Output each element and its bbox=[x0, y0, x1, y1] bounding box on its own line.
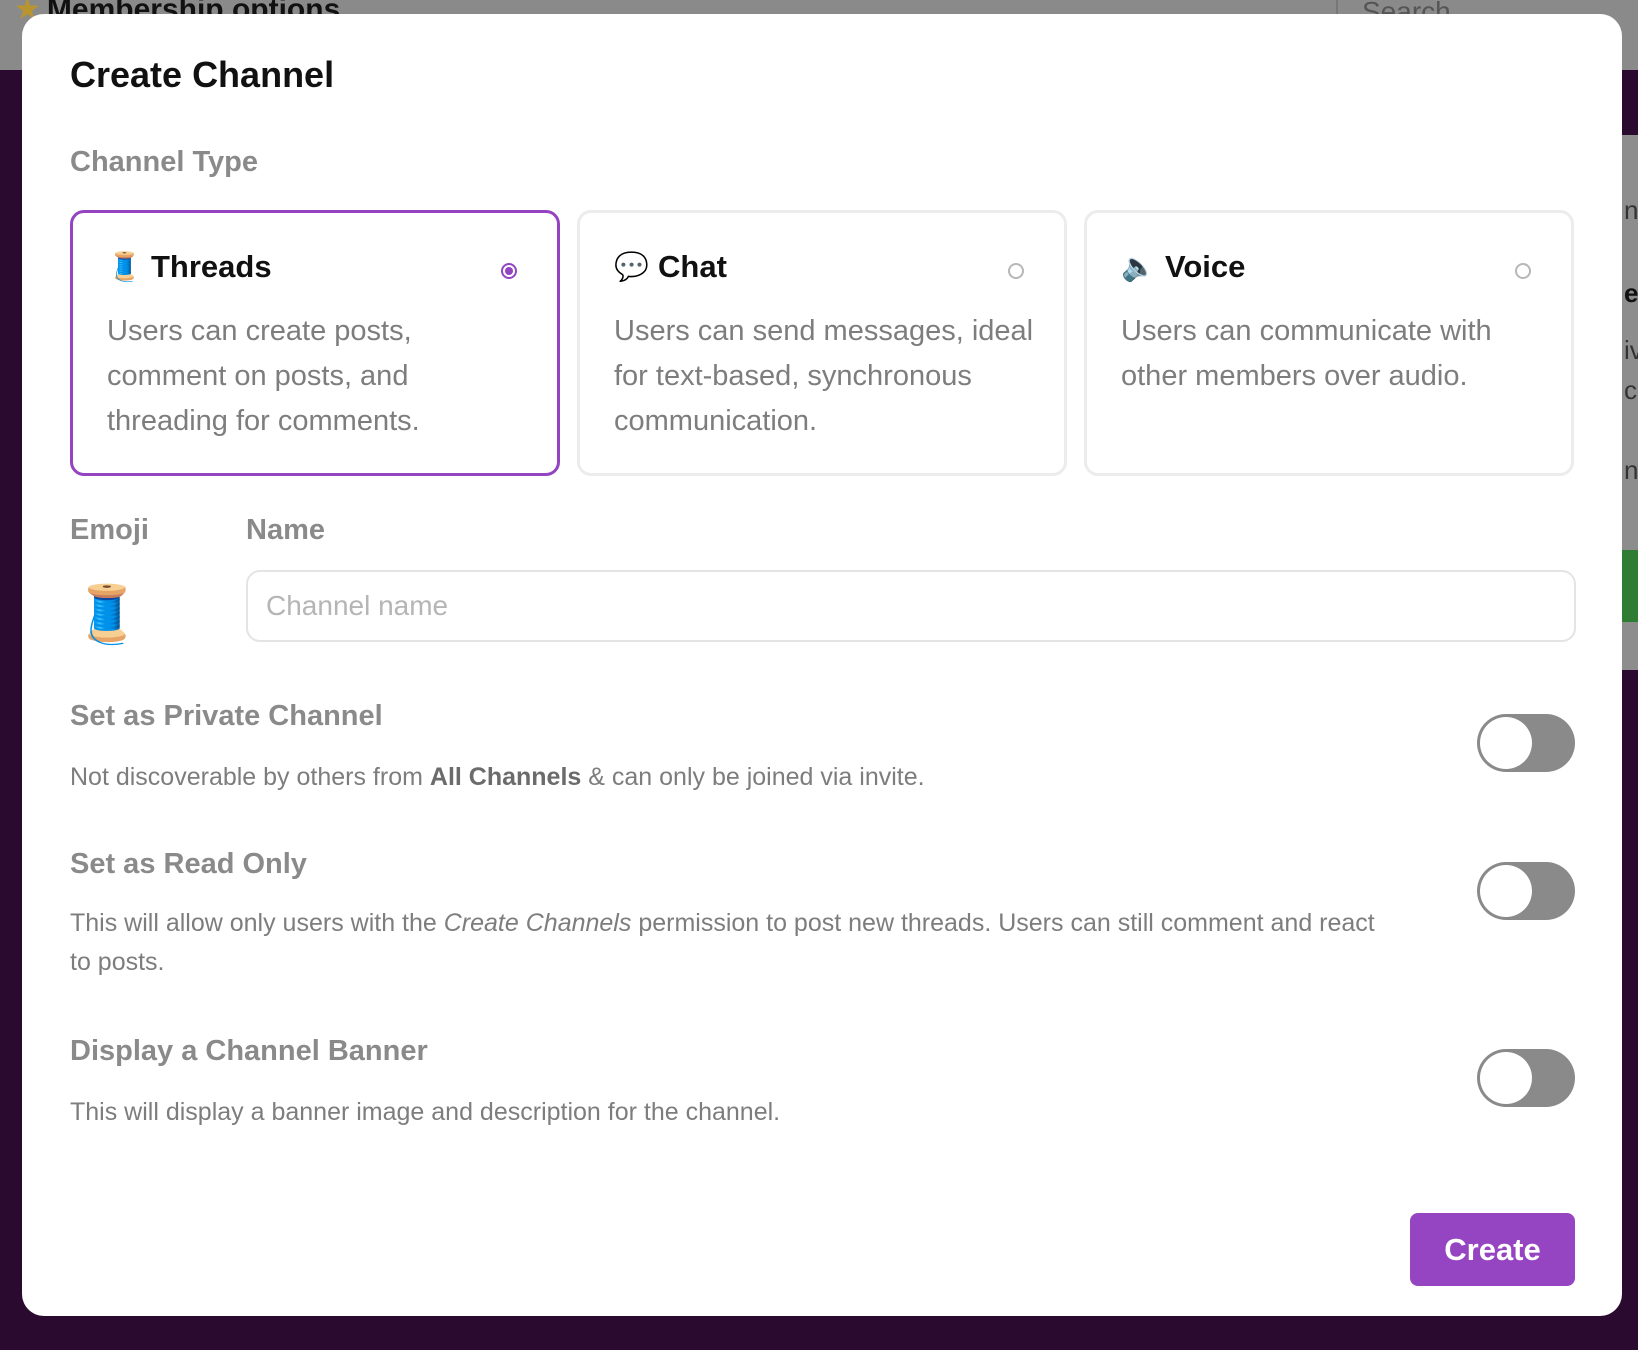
emoji-label: Emoji bbox=[70, 514, 149, 546]
channel-type-chat[interactable]: 💬 Chat Users can send messages, ideal fo… bbox=[577, 210, 1067, 476]
channel-banner-toggle[interactable] bbox=[1477, 1049, 1575, 1107]
card-header: 🔈 Voice bbox=[1121, 249, 1245, 285]
card-header: 💬 Chat bbox=[614, 249, 727, 285]
card-description: Users can communicate with other members… bbox=[1121, 315, 1492, 392]
create-channel-modal: Create Channel Channel Type 🧵 Threads Us… bbox=[22, 14, 1622, 1316]
card-name: Voice bbox=[1165, 249, 1246, 284]
card-header: 🧵 Threads bbox=[107, 249, 272, 285]
channel-type-threads[interactable]: 🧵 Threads Users can create posts, commen… bbox=[70, 210, 560, 476]
channel-type-voice[interactable]: 🔈 Voice Users can communicate with other… bbox=[1084, 210, 1574, 476]
speaker-icon: 🔈 bbox=[1121, 251, 1156, 282]
background-side-text: n bbox=[1624, 455, 1638, 485]
speech-bubble-icon: 💬 bbox=[614, 251, 649, 282]
emoji-picker-spool-icon[interactable]: 🧵 bbox=[72, 579, 142, 649]
name-label: Name bbox=[246, 514, 325, 546]
card-description: Users can send messages, ideal for text-… bbox=[614, 315, 1034, 437]
create-button[interactable]: Create bbox=[1410, 1213, 1575, 1286]
modal-title: Create Channel bbox=[70, 54, 335, 95]
private-channel-description: Not discoverable by others from All Chan… bbox=[70, 763, 925, 791]
radio-selected-icon[interactable] bbox=[501, 263, 517, 279]
read-only-title: Set as Read Only bbox=[70, 848, 307, 880]
read-only-description: This will allow only users with the Crea… bbox=[70, 909, 1375, 976]
read-only-toggle[interactable] bbox=[1477, 862, 1575, 920]
background-side-text: e bbox=[1624, 278, 1638, 308]
card-name: Chat bbox=[658, 249, 727, 284]
channel-type-label: Channel Type bbox=[70, 146, 258, 178]
background-green-element bbox=[1620, 550, 1638, 622]
channel-name-input[interactable] bbox=[246, 570, 1576, 642]
channel-banner-description: This will display a banner image and des… bbox=[70, 1098, 781, 1126]
card-name: Threads bbox=[151, 249, 272, 284]
card-description: Users can create posts, comment on posts… bbox=[107, 315, 420, 437]
private-channel-toggle[interactable] bbox=[1477, 714, 1575, 772]
radio-unselected-icon[interactable] bbox=[1515, 263, 1531, 279]
background-side-text: iv bbox=[1624, 335, 1638, 365]
background-side-text: n bbox=[1624, 195, 1638, 225]
channel-banner-title: Display a Channel Banner bbox=[70, 1035, 428, 1067]
background-side-text: ce bbox=[1624, 375, 1638, 405]
private-channel-title: Set as Private Channel bbox=[70, 700, 383, 732]
spool-icon: 🧵 bbox=[107, 251, 142, 282]
radio-unselected-icon[interactable] bbox=[1008, 263, 1024, 279]
